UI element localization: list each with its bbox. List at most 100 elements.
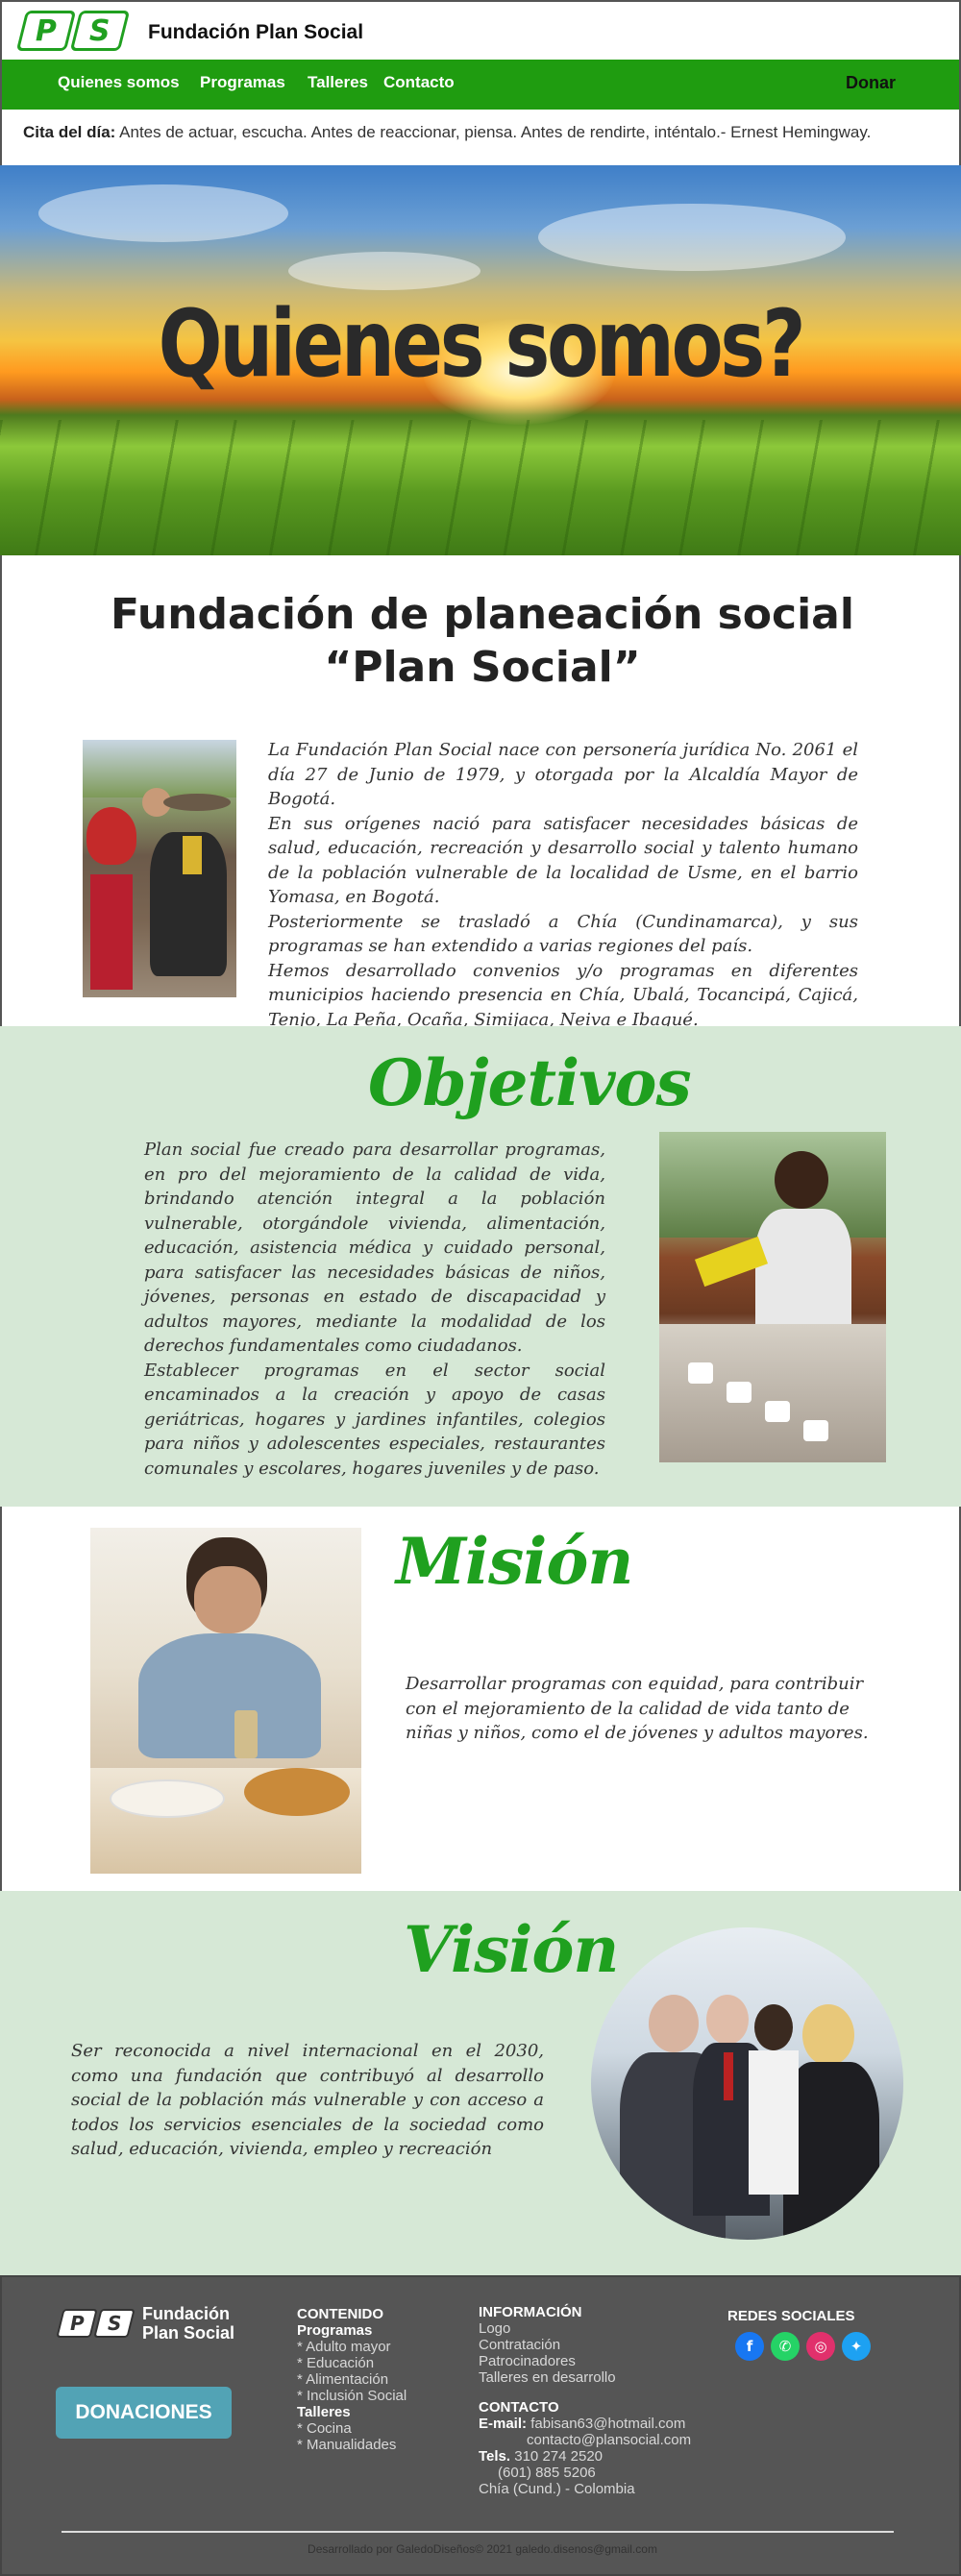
vision-text: Ser reconocida a nivel internacional en … xyxy=(71,2041,544,2159)
about-text: La Fundación Plan Social nace con person… xyxy=(268,738,858,1032)
footer-contact-title: CONTACTO xyxy=(479,2399,559,2416)
nav-donar[interactable]: Donar xyxy=(846,73,896,93)
hero-cloud xyxy=(288,252,480,290)
footer-workshops-title[interactable]: Talleres xyxy=(297,2404,407,2420)
nav-programas[interactable]: Programas xyxy=(200,73,285,92)
photo-figure xyxy=(138,1633,321,1758)
photo-hair xyxy=(802,2004,854,2066)
site-logo[interactable]: P S xyxy=(15,11,131,51)
photo-hair xyxy=(754,2004,793,2050)
objectives-heading: Objetivos xyxy=(368,1045,692,1120)
about-heading-line2: “Plan Social” xyxy=(324,643,641,692)
photo-detail xyxy=(183,836,202,874)
about-paragraph: Hemos desarrollado convenios y/o program… xyxy=(268,960,858,1030)
footer-email-label: E-mail: xyxy=(479,2416,528,2432)
mission-heading: Misión xyxy=(396,1524,633,1599)
footer-credit: Desarrollado por GaledoDiseños© 2021 gal… xyxy=(308,2542,657,2556)
footer-link-inclusion-social[interactable]: * Inclusión Social xyxy=(297,2388,407,2404)
logo-tile-s: S xyxy=(69,11,131,51)
hero-banner: Quienes somos? xyxy=(0,165,961,555)
footer-social-column: REDES SOCIALES f ✆ ◎ ✦ xyxy=(727,2308,877,2361)
whatsapp-icon[interactable]: ✆ xyxy=(771,2332,800,2361)
footer-logo-tile-p: P xyxy=(56,2309,98,2338)
footer-tel-1: 310 274 2520 xyxy=(514,2448,604,2465)
photo-cup xyxy=(803,1420,828,1441)
nav-contacto[interactable]: Contacto xyxy=(383,73,455,92)
footer-content-column: CONTENIDO Programas * Adulto mayor * Edu… xyxy=(297,2306,407,2453)
objectives-text: Plan social fue creado para desarrollar … xyxy=(144,1138,605,1481)
footer-link-educacion[interactable]: * Educación xyxy=(297,2355,407,2371)
quote-of-day: Cita del día: Antes de actuar, escucha. … xyxy=(0,110,961,165)
photo-cup xyxy=(688,1362,713,1384)
footer-link-patrocinadores[interactable]: Patrocinadores xyxy=(479,2353,691,2369)
main-nav: Quienes somos Programas Talleres Contact… xyxy=(0,60,961,110)
community-photo xyxy=(83,740,236,997)
hero-title: Quienes somos? xyxy=(158,290,806,398)
objectives-paragraph: Establecer programas en el sector social… xyxy=(144,1360,605,1479)
about-section: Fundación de planeación social “Plan Soc… xyxy=(0,555,961,1030)
about-heading: Fundación de planeación social “Plan Soc… xyxy=(2,588,961,694)
footer-brand-line: Fundación xyxy=(142,2304,230,2323)
footer-link-logo[interactable]: Logo xyxy=(479,2320,691,2337)
footer-link-cocina[interactable]: * Cocina xyxy=(297,2420,407,2437)
footer-email-1[interactable]: fabisan63@hotmail.com xyxy=(530,2416,685,2432)
about-paragraph: Posteriormente se trasladó a Chía (Cundi… xyxy=(268,911,858,957)
photo-face xyxy=(649,1995,699,2052)
footer-link-adulto-mayor[interactable]: * Adulto mayor xyxy=(297,2339,407,2355)
objectives-paragraph: Plan social fue creado para desarrollar … xyxy=(144,1140,605,1356)
objectives-section: Objetivos Plan social fue creado para de… xyxy=(0,1026,961,1507)
footer-content-title: CONTENIDO xyxy=(297,2306,383,2322)
footer-email-row: E-mail: fabisan63@hotmail.com xyxy=(479,2416,691,2432)
logo-tile-p: P xyxy=(15,11,77,51)
vision-heading: Visión xyxy=(404,1912,619,1987)
footer-link-talleres-desarrollo[interactable]: Talleres en desarrollo xyxy=(479,2369,691,2386)
footer-programs-title[interactable]: Programas xyxy=(297,2322,407,2339)
photo-plate xyxy=(110,1779,225,1818)
footer-divider xyxy=(62,2531,894,2533)
footer-link-contratacion[interactable]: Contratación xyxy=(479,2337,691,2353)
mission-section: Misión Desarrollar programas con equidad… xyxy=(0,1507,961,1891)
nav-talleres[interactable]: Talleres xyxy=(308,73,368,92)
footer-social-title: REDES SOCIALES xyxy=(727,2308,855,2324)
site-header: P S Fundación Plan Social xyxy=(0,0,961,60)
footer-logo-tile-s: S xyxy=(93,2309,136,2338)
photo-figure xyxy=(749,2050,799,2195)
photo-food xyxy=(244,1768,350,1816)
photo-cup xyxy=(765,1401,790,1422)
hero-cloud xyxy=(38,184,288,242)
facebook-icon[interactable]: f xyxy=(735,2332,764,2361)
photo-figure xyxy=(775,1151,828,1209)
about-paragraph: La Fundación Plan Social nace con person… xyxy=(268,740,858,809)
volunteer-photo xyxy=(659,1132,886,1462)
instagram-icon[interactable]: ◎ xyxy=(806,2332,835,2361)
photo-face xyxy=(194,1566,261,1633)
about-heading-line1: Fundación de planeación social xyxy=(111,590,854,639)
footer-email-2[interactable]: contacto@plansocial.com xyxy=(479,2432,691,2448)
photo-figure xyxy=(86,807,136,865)
photo-glass xyxy=(234,1710,258,1758)
nav-quienes-somos[interactable]: Quienes somos xyxy=(58,73,180,92)
site-footer: P S Fundación Plan Social DONACIONES CON… xyxy=(0,2275,961,2576)
vision-section: Visión Ser reconocida a nivel internacio… xyxy=(0,1891,961,2275)
hero-cloud xyxy=(538,204,846,271)
social-icons: f ✆ ◎ ✦ xyxy=(735,2332,877,2361)
footer-link-alimentacion[interactable]: * Alimentación xyxy=(297,2371,407,2388)
twitter-icon[interactable]: ✦ xyxy=(842,2332,871,2361)
man-eating-photo xyxy=(90,1528,361,1874)
footer-link-manualidades[interactable]: * Manualidades xyxy=(297,2437,407,2453)
photo-tie xyxy=(724,2052,733,2100)
photo-hat xyxy=(163,794,231,811)
photo-cup xyxy=(727,1382,752,1403)
footer-logo[interactable]: P S Fundación Plan Social xyxy=(56,2304,234,2343)
footer-city: Chía (Cund.) - Colombia xyxy=(479,2481,635,2497)
photo-face xyxy=(706,1995,749,2045)
hero-field-rows xyxy=(0,420,961,555)
footer-tel-2: (601) 885 5206 xyxy=(498,2465,596,2481)
about-paragraph: En sus orígenes nació para satisfacer ne… xyxy=(268,813,858,908)
quote-text: Antes de actuar, escucha. Antes de reacc… xyxy=(119,123,872,141)
footer-tel-row: Tels. 310 274 2520 xyxy=(479,2448,691,2465)
brand-name: Fundación Plan Social xyxy=(148,21,364,43)
donations-button[interactable]: DONACIONES xyxy=(56,2387,232,2439)
photo-table xyxy=(659,1324,886,1462)
